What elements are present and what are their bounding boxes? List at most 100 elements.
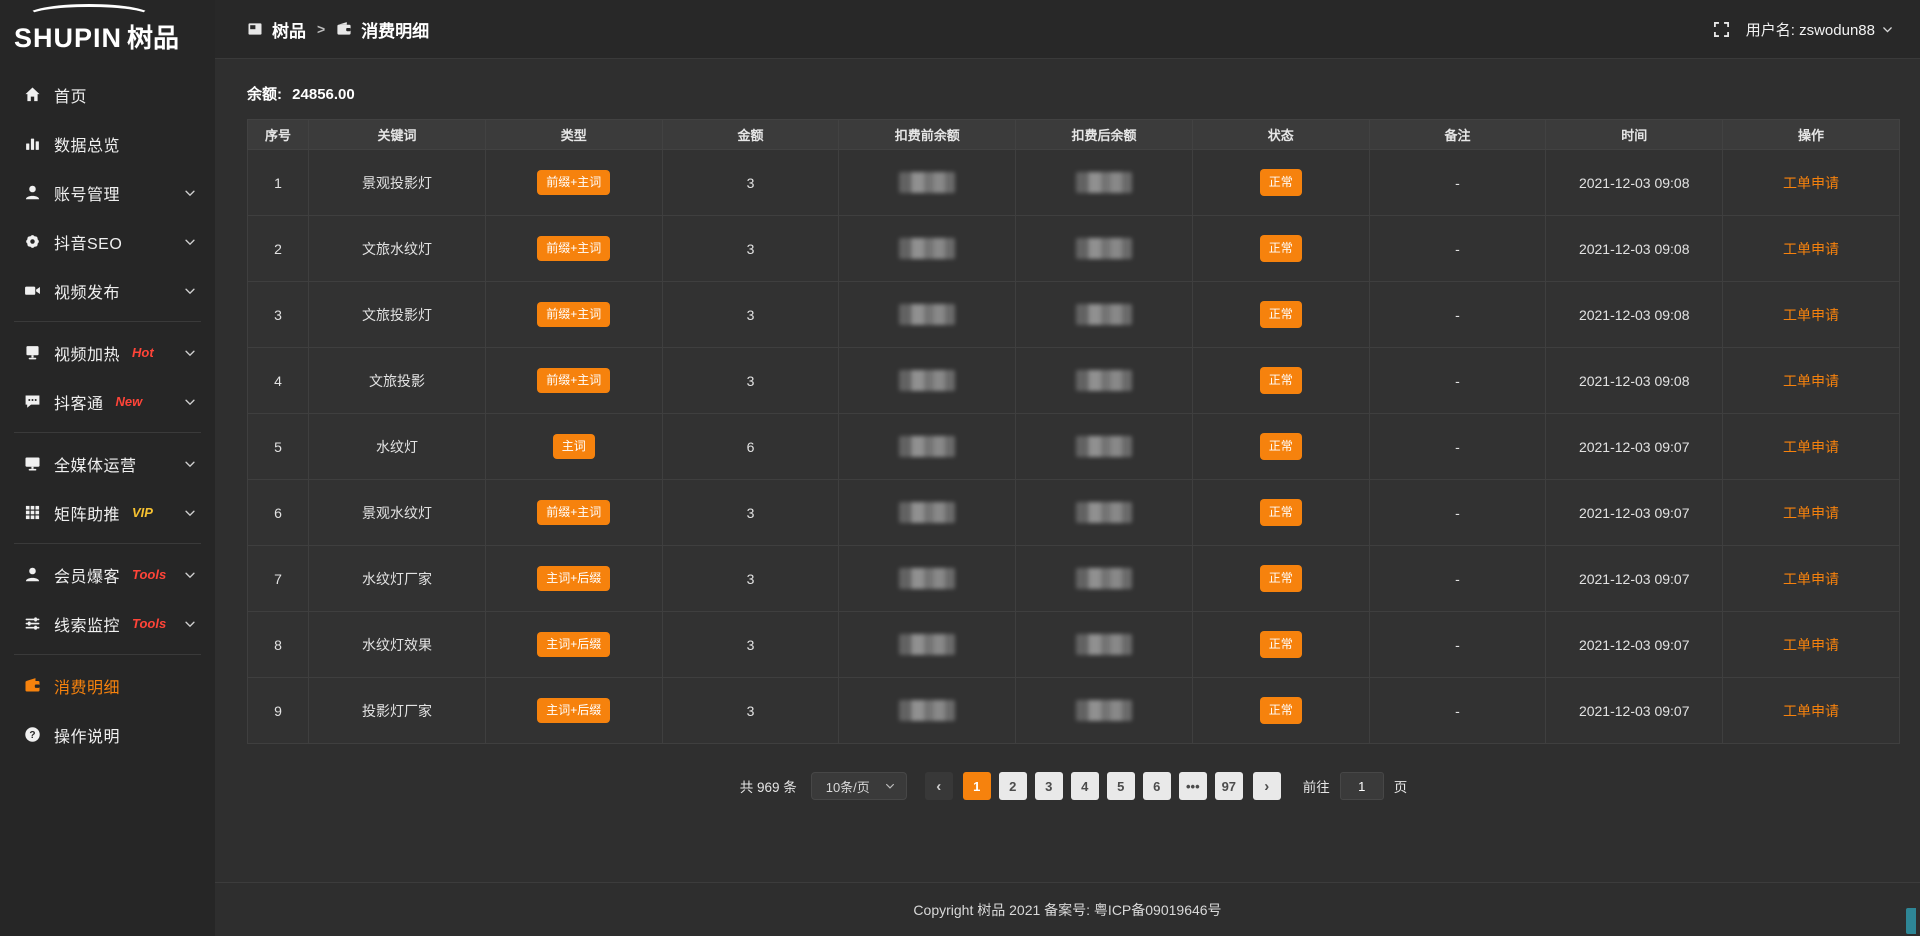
sidebar-item-label: 抖音SEO [54,230,122,254]
breadcrumb-page: 消费明细 [361,17,429,42]
sidebar-item-tag: VIP [132,505,153,520]
cell-balance-before [839,480,1016,546]
page-button[interactable]: ••• [1179,772,1207,800]
sidebar-item[interactable]: 会员爆客 Tools [14,550,201,599]
status-badge: 正常 [1260,235,1302,263]
goto-page-input[interactable] [1340,772,1384,800]
cell-type: 前缀+主词 [485,216,662,282]
sidebar-item[interactable]: 账号管理 [14,168,201,217]
cell-time: 2021-12-03 09:08 [1546,282,1723,348]
page-size-value: 10条/页 [826,777,870,796]
cell-type: 前缀+主词 [485,480,662,546]
chevron-down-icon [183,284,197,298]
ticket-request-link[interactable]: 工单申请 [1783,637,1839,653]
balance: 余额: 24856.00 [247,83,1900,104]
column-header: 状态 [1192,120,1369,150]
ticket-request-link[interactable]: 工单申请 [1783,241,1839,257]
goto-page: 前往 页 [1303,772,1408,800]
ticket-request-link[interactable]: 工单申请 [1783,703,1839,719]
cell-status: 正常 [1192,216,1369,282]
page-button[interactable]: 5 [1107,772,1135,800]
column-header: 时间 [1546,120,1723,150]
redacted-balance [899,568,955,589]
cell-amount: 3 [662,216,839,282]
ticket-request-link[interactable]: 工单申请 [1783,439,1839,455]
sidebar-item[interactable]: 首页 [14,70,201,119]
cell-remark: - [1369,612,1546,678]
cell-action: 工单申请 [1723,546,1900,612]
column-header: 序号 [248,120,309,150]
consumption-table-wrap: 序号关键词类型金额扣费前余额扣费后余额状态备注时间操作 1 景观投影灯 前缀+主… [247,119,1900,744]
sidebar-item[interactable]: 线索监控 Tools [14,599,201,648]
page-size-select[interactable]: 10条/页 [811,772,907,800]
pagination: 共 969 条 10条/页 ‹ 1 2 3 4 [247,772,1900,800]
breadcrumb-root[interactable]: 树品 [272,17,306,42]
cell-index: 6 [248,480,309,546]
cell-balance-after [1016,414,1193,480]
sidebar-item[interactable]: ? 操作说明 [14,710,201,759]
ticket-request-link[interactable]: 工单申请 [1783,571,1839,587]
sidebar-item-label: 账号管理 [54,181,120,205]
menu-group: 消费明细 ? 操作说明 [14,654,201,765]
breadcrumb-separator: > [317,21,325,37]
page-button[interactable]: 97 [1215,772,1243,800]
ticket-request-link[interactable]: 工单申请 [1783,505,1839,521]
menu-icon [24,677,41,694]
table-row: 6 景观水纹灯 前缀+主词 3 正常 - 2021-12-03 09:07 工单… [248,480,1900,546]
redacted-balance [1076,502,1132,523]
page-button[interactable]: 6 [1143,772,1171,800]
ticket-request-link[interactable]: 工单申请 [1783,373,1839,389]
sidebar-item[interactable]: 数据总览 [14,119,201,168]
user-menu-trigger[interactable]: 用户名: zswodun88 [1746,19,1894,40]
sidebar-item[interactable]: 矩阵助推 VIP [14,488,201,537]
sidebar-item[interactable]: 消费明细 [14,661,201,710]
cell-amount: 3 [662,546,839,612]
sidebar-item-label: 首页 [54,83,87,107]
cell-index: 1 [248,150,309,216]
cell-keyword: 水纹灯效果 [309,612,486,678]
page-button[interactable]: 3 [1035,772,1063,800]
table-row: 1 景观投影灯 前缀+主词 3 正常 - 2021-12-03 09:08 工单… [248,150,1900,216]
cell-index: 2 [248,216,309,282]
cell-remark: - [1369,678,1546,744]
cell-status: 正常 [1192,282,1369,348]
balance-label: 余额: [247,86,282,103]
sidebar-menu: 首页 数据总览 账号管理 [0,64,215,765]
prev-page-button[interactable]: ‹ [925,772,953,800]
floating-widget[interactable] [1906,908,1916,934]
content: 余额: 24856.00 序号关键词类型金额扣费前余额扣费后余额状态备注时间操作 [215,59,1920,882]
ticket-request-link[interactable]: 工单申请 [1783,175,1839,191]
cell-balance-after [1016,546,1193,612]
page-button[interactable]: 2 [999,772,1027,800]
sidebar-item[interactable]: 抖音SEO [14,217,201,266]
sidebar-item[interactable]: 全媒体运营 [14,439,201,488]
sidebar-item[interactable]: 视频发布 [14,266,201,315]
menu-icon [24,344,41,361]
page-button[interactable]: 4 [1071,772,1099,800]
menu-icon [24,184,41,201]
redacted-balance [1076,370,1132,391]
redacted-balance [899,238,955,259]
cell-time: 2021-12-03 09:07 [1546,546,1723,612]
sidebar-item-label: 视频加热 [54,341,120,365]
fullscreen-icon[interactable] [1713,21,1730,38]
redacted-balance [899,304,955,325]
next-page-button[interactable]: › [1253,772,1281,800]
status-badge: 正常 [1260,433,1302,461]
chevron-down-icon [183,617,197,631]
sidebar-item[interactable]: 视频加热 Hot [14,328,201,377]
redacted-balance [899,502,955,523]
cell-index: 8 [248,612,309,678]
sidebar-item-label: 全媒体运营 [54,452,137,476]
page-button[interactable]: 1 [963,772,991,800]
cell-time: 2021-12-03 09:07 [1546,414,1723,480]
svg-text:?: ? [29,730,35,741]
cell-keyword: 水纹灯厂家 [309,546,486,612]
cell-type: 前缀+主词 [485,282,662,348]
sidebar-item[interactable]: 抖客通 New [14,377,201,426]
menu-icon [24,233,41,250]
ticket-request-link[interactable]: 工单申请 [1783,307,1839,323]
redacted-balance [899,700,955,721]
menu-group: 会员爆客 Tools 线索监控 Tools [14,543,201,654]
table-row: 4 文旅投影 前缀+主词 3 正常 - 2021-12-03 09:08 工单申… [248,348,1900,414]
